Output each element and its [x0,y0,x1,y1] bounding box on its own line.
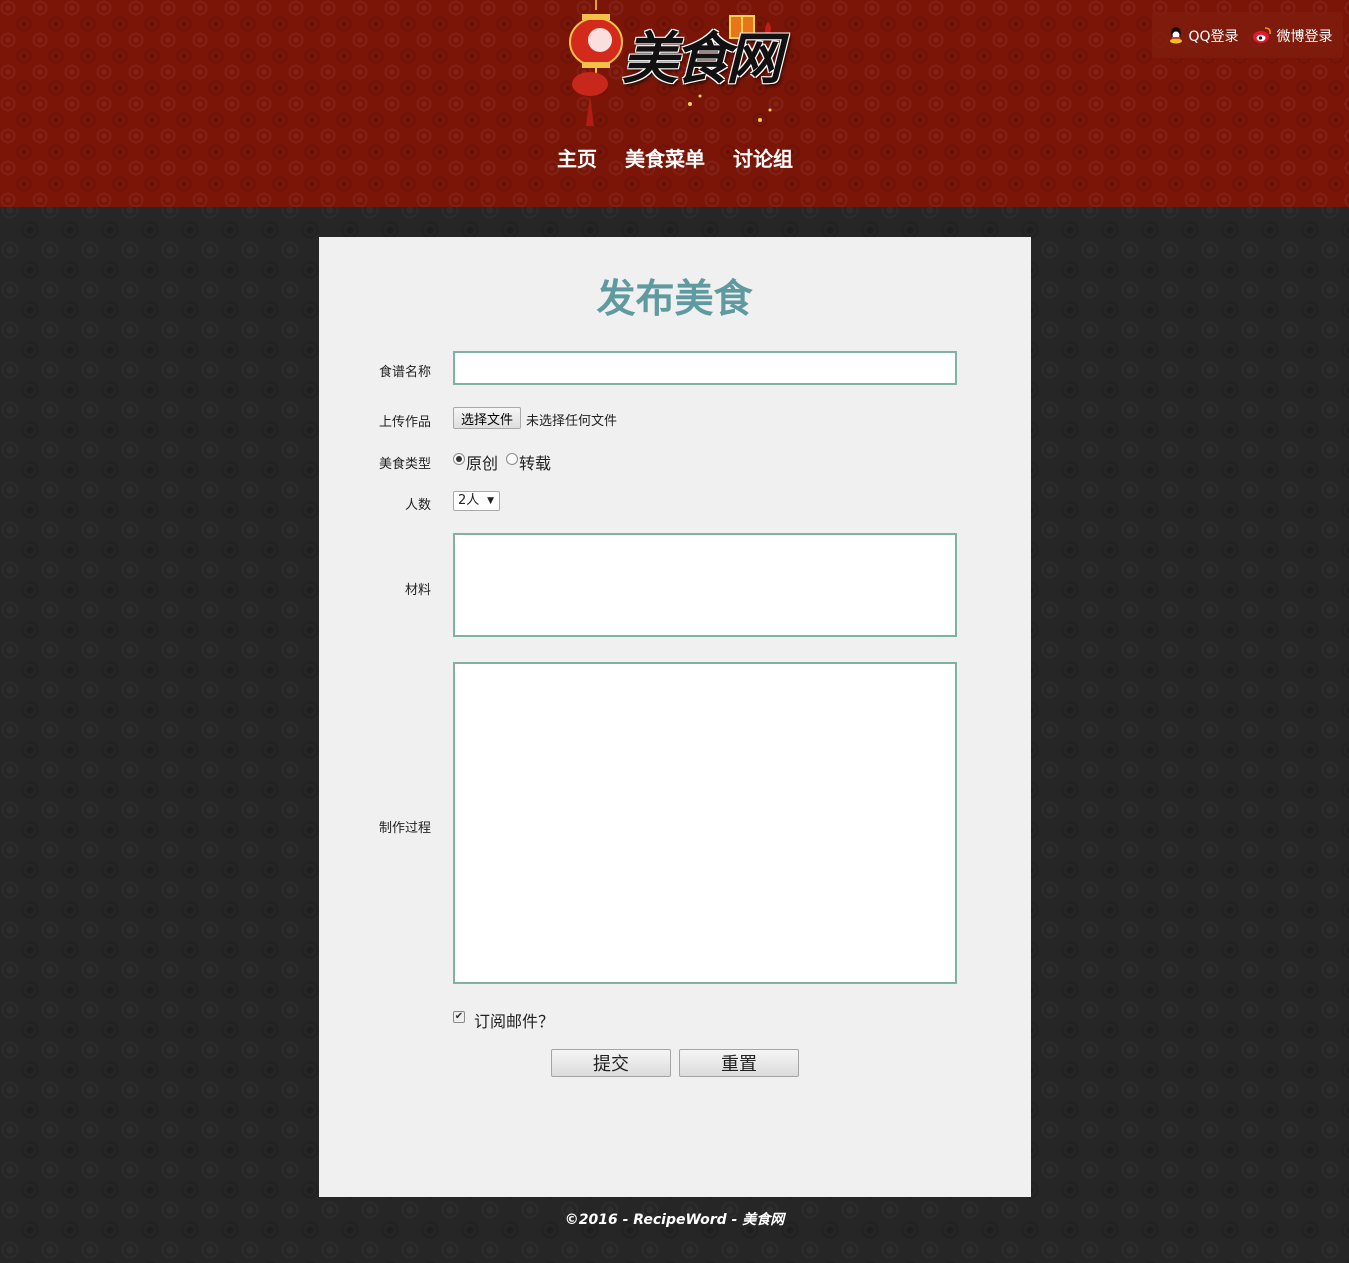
qq-icon [1170,27,1182,44]
radio-repost-label: 转载 [519,454,552,473]
process-label: 制作过程 [378,821,431,836]
nav-home[interactable]: 主页 [557,143,597,172]
servings-label: 人数 [404,498,431,513]
recipe-name-label: 食谱名称 [378,365,431,380]
login-box: QQ登录 微博登录 [1152,12,1343,58]
radio-repost[interactable] [506,453,518,465]
radio-original[interactable] [453,453,465,465]
choose-file-button[interactable]: 选择文件 [453,407,522,429]
qq-login-label: QQ登录 [1188,29,1239,45]
recipe-name-input[interactable] [453,351,957,385]
ingredients-label: 材料 [404,583,431,598]
page-title: 发布美食 [596,277,753,322]
servings-select[interactable]: 2人 ▼ [453,491,500,511]
weibo-login-label: 微博登录 [1276,29,1333,45]
weibo-icon [1253,27,1271,43]
subscribe-label: 订阅邮件？ [474,1012,555,1031]
submit-button[interactable]: 提交 [551,1049,671,1077]
file-status-text: 未选择任何文件 [526,414,618,429]
upload-label: 上传作品 [378,415,431,430]
qq-login-link[interactable]: QQ登录 [1168,26,1239,46]
subscribe-checkbox[interactable]: ✔ [453,1011,465,1023]
reset-button[interactable]: 重置 [679,1049,799,1077]
site-logo[interactable]: 美食网 [560,0,788,130]
nav-recipe-menu[interactable]: 美食菜单 [625,143,705,172]
food-type-label: 美食类型 [378,457,431,472]
logo-text: 美食网 [622,26,782,92]
weibo-login-link[interactable]: 微博登录 [1252,26,1332,46]
chevron-down-icon: ▼ [487,496,494,506]
radio-original-label: 原创 [466,454,499,473]
ingredients-textarea[interactable] [453,533,957,637]
site-header: 美食网 QQ登录 微博登录 主页 美食菜单 讨论组 [0,0,1349,207]
nav-discussion[interactable]: 讨论组 [733,143,793,172]
servings-selected-value: 2人 [458,493,480,508]
footer-copyright: ©2016 - RecipeWord - 美食网 [564,1212,785,1228]
process-textarea[interactable] [453,662,957,984]
